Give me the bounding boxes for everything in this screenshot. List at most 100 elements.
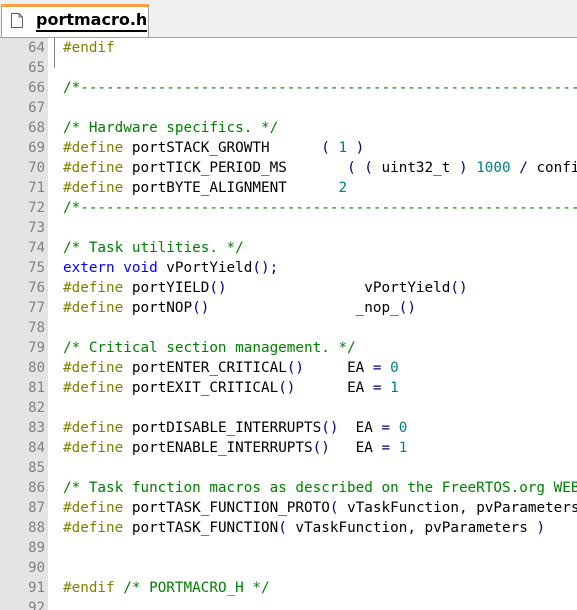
code-line[interactable]: 72 /*------------------------------------… [0, 198, 577, 218]
line-number: 78 [28, 320, 45, 336]
code-line[interactable]: 78 [0, 318, 577, 338]
code-line[interactable]: 91 #endif /* PORTMACRO_H */ [0, 578, 577, 598]
code-text: /* Hardware specifics. */ [63, 118, 278, 138]
file-icon [11, 13, 23, 28]
code-token: ) [347, 140, 365, 156]
code-token: vTaskFunction [347, 500, 459, 516]
code-token: 1 [390, 380, 399, 396]
tab-bar: portmacro.h [0, 0, 577, 38]
line-number: 79 [28, 340, 45, 356]
line-number: 86 [28, 480, 45, 496]
code-line[interactable]: 85 [0, 458, 577, 478]
code-text: #endif /* PORTMACRO_H */ [63, 578, 270, 598]
code-text: #define portENTER_CRITICAL() EA = 0 [63, 358, 399, 378]
tab-portmacro-h[interactable]: portmacro.h [1, 4, 149, 37]
code-line[interactable]: 89 [0, 538, 577, 558]
code-line[interactable]: 64 #endif [0, 38, 577, 58]
code-token: () [278, 380, 296, 396]
code-line[interactable]: 70 #define portTICK_PERIOD_MS ( ( uint32_… [0, 158, 577, 178]
line-number: 80 [28, 360, 45, 376]
line-number: 91 [28, 580, 45, 596]
code-line[interactable]: 73 [0, 218, 577, 238]
code-token: configTICK_RATE_HZ ) [536, 160, 577, 176]
code-line[interactable]: 92 [0, 598, 577, 610]
line-number: 89 [28, 540, 45, 556]
code-line[interactable]: 84 #define portENABLE_INTERRUPTS() EA = 1 [0, 438, 577, 458]
code-line[interactable]: 69 #define portSTACK_GROWTH ( 1 ) [0, 138, 577, 158]
code-token: ( [278, 520, 296, 536]
code-line[interactable]: 79 /* Critical section management. */ [0, 338, 577, 358]
code-text: #define portTICK_PERIOD_MS ( ( uint32_t … [63, 158, 577, 178]
code-text: #define portDISABLE_INTERRUPTS() EA = 0 [63, 418, 407, 438]
code-token: portENABLE_INTERRUPTS [131, 440, 313, 456]
code-text: /* Critical section management. */ [63, 338, 356, 358]
line-number: 81 [28, 380, 45, 396]
code-token: , [458, 500, 477, 516]
code-token: #define [63, 420, 132, 436]
code-line[interactable]: 74 /* Task utilities. */ [0, 238, 577, 258]
code-token: = [372, 360, 391, 376]
code-token: () [450, 280, 468, 296]
code-token: /*--------------------------------------… [63, 200, 577, 216]
code-text: #define portNOP() _nop_() [63, 298, 416, 318]
code-token: /* PORTMACRO_H */ [123, 580, 270, 596]
code-line[interactable]: 90 [0, 558, 577, 578]
line-number: 85 [28, 460, 45, 476]
code-token: portENTER_CRITICAL [131, 360, 287, 376]
code-text: /*--------------------------------------… [63, 78, 577, 98]
code-line[interactable]: 83 #define portDISABLE_INTERRUPTS() EA = … [0, 418, 577, 438]
code-editor[interactable]: 64 #endif 65 66 /*--------------------------… [0, 38, 577, 610]
code-token: (); [252, 260, 279, 276]
code-line[interactable]: 82 [0, 398, 577, 418]
code-token: () [398, 300, 416, 316]
code-token: vPortYield [226, 280, 451, 296]
code-token: #endif [63, 580, 124, 596]
code-text: #define portBYTE_ALIGNMENT 2 [63, 178, 347, 198]
code-line[interactable]: 77 #define portNOP() _nop_() [0, 298, 577, 318]
code-token: portYIELD [131, 280, 210, 296]
code-token: = [381, 420, 399, 436]
code-token: #define [63, 160, 132, 176]
code-token: #define [63, 280, 132, 296]
line-number: 71 [28, 180, 45, 196]
code-token: #define [63, 180, 132, 196]
line-number: 72 [28, 200, 45, 216]
code-token: 2 [338, 180, 348, 196]
line-number: 67 [28, 100, 45, 116]
line-number: 64 [28, 40, 45, 56]
code-line[interactable]: 76 #define portYIELD() vPortYield() [0, 278, 577, 298]
code-token: EA [295, 380, 373, 396]
code-token: #define [63, 140, 132, 156]
line-number: 73 [28, 220, 45, 236]
code-line[interactable]: 75 extern void vPortYield(); [0, 258, 577, 278]
code-token: portTICK_PERIOD_MS [131, 160, 348, 176]
code-token: pvParameters [476, 500, 577, 516]
code-token: #define [63, 500, 132, 516]
code-line[interactable]: 65 [0, 58, 577, 78]
code-line[interactable]: 87 #define portTASK_FUNCTION_PROTO( vTask… [0, 498, 577, 518]
code-token: ( [321, 140, 339, 156]
code-token: /* Task function macros as described on … [63, 480, 577, 496]
code-token: portTASK_FUNCTION [131, 520, 279, 536]
code-line[interactable]: 71 #define portBYTE_ALIGNMENT 2 [0, 178, 577, 198]
line-number: 87 [28, 500, 45, 516]
code-line[interactable]: 86 /* Task function macros as described o… [0, 478, 577, 498]
line-number: 90 [28, 560, 45, 576]
line-number: 75 [28, 260, 45, 276]
line-number: 77 [28, 300, 45, 316]
code-text: /*--------------------------------------… [63, 198, 577, 218]
code-line[interactable]: 68 /* Hardware specifics. */ [0, 118, 577, 138]
code-text: /* Task utilities. */ [63, 238, 244, 258]
code-line[interactable]: 80 #define portENTER_CRITICAL() EA = 0 [0, 358, 577, 378]
code-line[interactable]: 66 /*------------------------------------… [0, 78, 577, 98]
code-line[interactable]: 81 #define portEXIT_CRITICAL() EA = 1 [0, 378, 577, 398]
code-token: /*--------------------------------------… [63, 80, 577, 96]
code-line[interactable]: 88 #define portTASK_FUNCTION( vTaskFuncti… [0, 518, 577, 538]
code-text: extern void vPortYield(); [63, 258, 278, 278]
code-line[interactable]: 67 [0, 98, 577, 118]
code-token: /* Critical section management. */ [63, 340, 356, 356]
code-token: #endif [63, 40, 115, 56]
line-number: 84 [28, 440, 45, 456]
code-token: portDISABLE_INTERRUPTS [131, 420, 322, 436]
code-token: /* Task utilities. */ [63, 240, 244, 256]
